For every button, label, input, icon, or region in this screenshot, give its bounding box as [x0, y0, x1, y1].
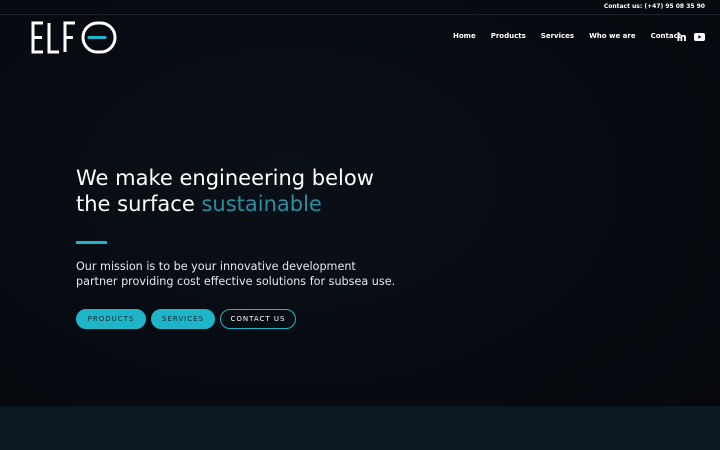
page: Contact us: (+47) 95 08 35 90 Home Produ… [0, 0, 720, 450]
elfo-logo[interactable] [31, 21, 117, 54]
linkedin-icon[interactable] [677, 32, 686, 41]
main-nav: Home Products Services Who we are Contac… [453, 32, 696, 40]
nav-products[interactable]: Products [491, 32, 526, 40]
contact-phone[interactable]: Contact us: (+47) 95 08 35 90 [604, 3, 705, 10]
contact-us-button[interactable]: CONTACT US [220, 309, 296, 329]
products-button[interactable]: PRODUCTS [76, 309, 146, 329]
youtube-icon[interactable] [694, 32, 705, 41]
headline-line-2-prefix: the surface [76, 192, 195, 216]
nav-home[interactable]: Home [453, 32, 476, 40]
hero-buttons: PRODUCTS SERVICES CONTACT US [76, 309, 296, 329]
nav-who-we-are[interactable]: Who we are [589, 32, 636, 40]
mission-statement: Our mission is to be your innovative dev… [76, 260, 396, 288]
nav-services[interactable]: Services [541, 32, 574, 40]
headline-accent-word: sustainable [201, 192, 322, 216]
next-section-band [0, 406, 720, 450]
social-links [677, 32, 705, 41]
services-button[interactable]: SERVICES [151, 309, 215, 329]
hero-headline: We make engineering below the surface su… [76, 165, 374, 217]
headline-line-1: We make engineering below [76, 166, 374, 190]
accent-divider [76, 241, 107, 244]
top-bar: Contact us: (+47) 95 08 35 90 [0, 0, 720, 15]
